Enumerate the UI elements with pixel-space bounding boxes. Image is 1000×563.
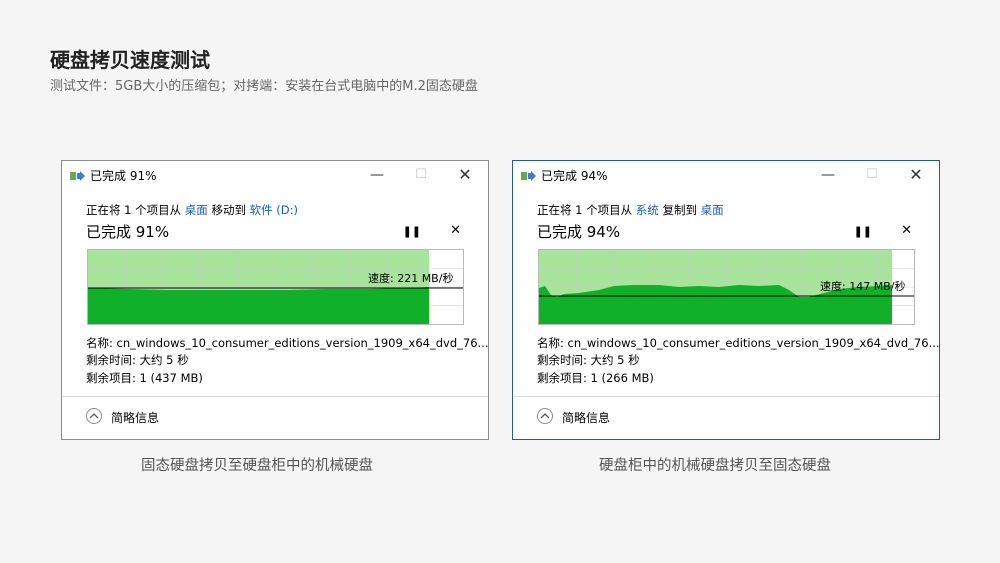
file-copy-icon — [70, 171, 85, 181]
fewer-details-button[interactable]: 简略信息 — [562, 409, 610, 426]
file-name-row: 名称: cn_windows_10_consumer_editions_vers… — [86, 336, 489, 350]
close-icon[interactable]: ✕ — [905, 165, 927, 185]
graph-speed-fill — [88, 287, 429, 324]
chevron-up-icon[interactable] — [86, 408, 102, 424]
action-text: 移动到 — [211, 203, 246, 217]
copy-dialog-2: 已完成 94% — ☐ ✕ 正在将 1 个项目从 系统 复制到 桌面 已完成 9… — [512, 160, 940, 440]
title-bar[interactable]: 已完成 94% — ☐ ✕ — [513, 161, 939, 189]
cancel-icon[interactable]: ✕ — [450, 223, 461, 238]
status-line: 正在将 1 个项目从 桌面 移动到 软件 (D:) — [86, 202, 298, 218]
speed-label: 速度: 221 MB/秒 — [368, 272, 454, 285]
pause-icon[interactable]: ❚❚ — [854, 225, 872, 238]
speed-graph-svg — [88, 250, 463, 324]
progress-heading: 已完成 94% — [537, 223, 621, 241]
dialog-footer: 简略信息 — [513, 396, 939, 439]
copy-dialog-1: 已完成 91% — ☐ ✕ 正在将 1 个项目从 桌面 移动到 软件 (D:) … — [61, 160, 489, 440]
window-title: 已完成 94% — [541, 169, 608, 183]
minimize-icon[interactable]: — — [817, 165, 839, 185]
action-text: 复制到 — [662, 203, 697, 217]
speed-label: 速度: 147 MB/秒 — [820, 280, 906, 293]
destination-link[interactable]: 软件 (D:) — [250, 203, 298, 217]
dialog-footer: 简略信息 — [62, 396, 488, 439]
page-subtitle: 测试文件：5GB大小的压缩包；对拷端：安装在台式电脑中的M.2固态硬盘 — [50, 79, 478, 94]
title-bar[interactable]: 已完成 91% — ☐ ✕ — [62, 161, 488, 189]
fewer-details-button[interactable]: 简略信息 — [111, 409, 159, 426]
time-remaining-row: 剩余时间: 大约 5 秒 — [537, 353, 640, 367]
speed-graph: 速度: 147 MB/秒 — [538, 249, 915, 325]
maximize-icon[interactable]: ☐ — [410, 165, 432, 185]
close-icon[interactable]: ✕ — [454, 165, 476, 185]
chevron-up-icon[interactable] — [537, 408, 553, 424]
window-title: 已完成 91% — [90, 169, 157, 183]
status-line: 正在将 1 个项目从 系统 复制到 桌面 — [537, 202, 724, 218]
progress-heading: 已完成 91% — [86, 223, 170, 241]
caption-right: 硬盘柜中的机械硬盘拷贝至固态硬盘 — [599, 458, 831, 474]
file-name-row: 名称: cn_windows_10_consumer_editions_vers… — [537, 336, 940, 350]
source-link[interactable]: 系统 — [636, 203, 659, 217]
speed-graph: 速度: 221 MB/秒 — [87, 249, 464, 325]
destination-link[interactable]: 桌面 — [701, 203, 724, 217]
source-link[interactable]: 桌面 — [185, 203, 208, 217]
status-prefix: 正在将 1 个项目从 — [86, 203, 182, 217]
page-title: 硬盘拷贝速度测试 — [50, 48, 210, 72]
items-remaining-row: 剩余项目: 1 (437 MB) — [86, 371, 203, 385]
status-prefix: 正在将 1 个项目从 — [537, 203, 633, 217]
maximize-icon[interactable]: ☐ — [861, 165, 883, 185]
caption-left: 固态硬盘拷贝至硬盘柜中的机械硬盘 — [141, 458, 373, 474]
items-remaining-row: 剩余项目: 1 (266 MB) — [537, 371, 654, 385]
cancel-icon[interactable]: ✕ — [901, 223, 912, 238]
file-copy-icon — [521, 171, 536, 181]
pause-icon[interactable]: ❚❚ — [403, 225, 421, 238]
time-remaining-row: 剩余时间: 大约 5 秒 — [86, 353, 189, 367]
minimize-icon[interactable]: — — [366, 165, 388, 185]
